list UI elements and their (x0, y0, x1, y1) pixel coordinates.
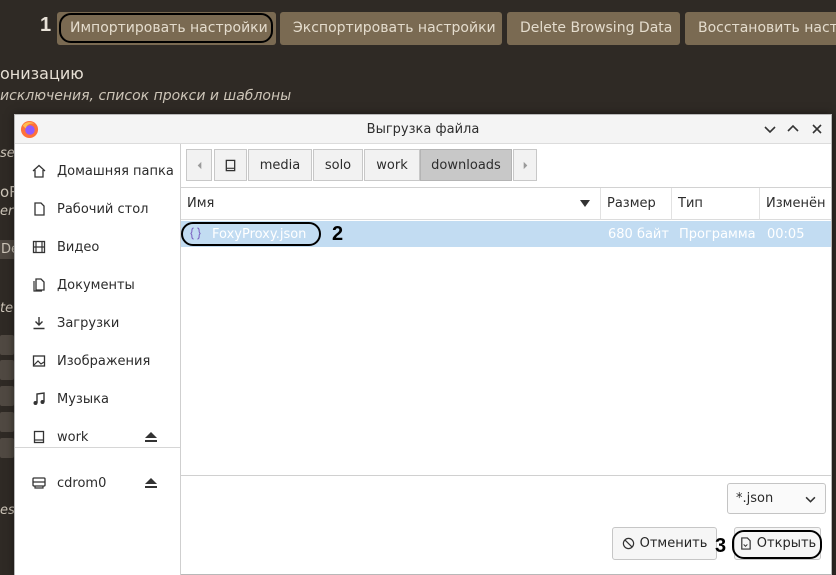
music-note-icon (33, 392, 45, 405)
cancel-icon (622, 537, 634, 550)
sidebar-item-label: Домашняя папка (57, 163, 174, 179)
file-size: 680 байт (608, 227, 669, 242)
sidebar-item-label: Загрузки (57, 315, 120, 331)
bg-tab (0, 386, 14, 406)
documents-icon (33, 278, 45, 292)
sidebar-item-label: Видео (57, 239, 100, 255)
chevron-down-icon (805, 496, 816, 503)
bg-fragment: er (0, 204, 14, 219)
path-segment-media[interactable]: media (248, 149, 312, 181)
download-icon (33, 317, 45, 330)
sidebar-item-label: Музыка (57, 391, 109, 407)
sidebar-item-music[interactable]: Музыка (15, 380, 180, 418)
sync-heading: онизацию (0, 64, 84, 83)
file-type: Программа (679, 227, 756, 242)
bg-tab (0, 412, 14, 432)
optical-drive-icon (32, 477, 46, 489)
bg-fragment: te (0, 301, 14, 316)
file-upload-dialog: Выгрузка файла Домашняя папка Рабочий ст… (14, 114, 832, 575)
drive-icon (33, 430, 45, 444)
document-icon (34, 202, 45, 216)
places-sidebar: Домашняя папка Рабочий стол Видео Докуме… (15, 144, 181, 575)
export-settings-button[interactable]: Экспортировать настройки (280, 12, 502, 45)
sidebar-item-downloads[interactable]: Загрузки (15, 304, 180, 342)
path-segment-solo[interactable]: solo (313, 149, 363, 181)
path-root-drive-button[interactable] (214, 149, 247, 181)
minimize-chevron-icon[interactable] (760, 119, 780, 139)
eject-icon[interactable] (144, 430, 158, 444)
filter-selected-value: *.json (736, 491, 774, 506)
sidebar-item-work-drive[interactable]: work (15, 418, 180, 456)
sidebar-item-documents[interactable]: Документы (15, 266, 180, 304)
close-icon[interactable] (807, 119, 827, 139)
annotation-number-2: 2 (332, 223, 344, 245)
drive-icon (225, 159, 236, 171)
film-icon (32, 240, 46, 254)
bg-tab (0, 438, 14, 458)
delete-browsing-data-button[interactable]: Delete Browsing Data (507, 12, 680, 45)
sidebar-item-pictures[interactable]: Изображения (15, 342, 180, 380)
home-icon (32, 164, 46, 178)
column-header-label: Изменён (766, 196, 826, 211)
sidebar-item-label: Документы (57, 277, 135, 293)
annotation-oval-3 (732, 530, 822, 559)
column-header-type[interactable]: Тип (672, 188, 760, 220)
sidebar-item-label: cdrom0 (57, 475, 107, 491)
path-segment-work[interactable]: work (364, 149, 420, 181)
sidebar-item-home[interactable]: Домашняя папка (15, 152, 180, 190)
sidebar-item-label: Изображения (57, 353, 151, 369)
path-scroll-right-button[interactable] (513, 149, 537, 181)
chevron-left-icon (197, 161, 201, 169)
sidebar-item-label: Рабочий стол (57, 201, 149, 217)
column-header-label: Тип (678, 196, 703, 211)
dialog-divider (181, 475, 831, 476)
cancel-button[interactable]: Отменить (612, 527, 717, 560)
sidebar-separator (15, 447, 180, 448)
restore-settings-button[interactable]: Восстановить настр (685, 12, 836, 45)
eject-icon[interactable] (144, 476, 158, 490)
column-header-size[interactable]: Размер (601, 188, 672, 220)
file-modified: 00:05 (767, 227, 805, 242)
bg-fragment: se (0, 146, 15, 161)
file-type-filter-select[interactable]: *.json (727, 483, 826, 514)
sort-descending-icon (580, 200, 590, 207)
annotation-oval-2 (181, 222, 321, 246)
sync-description: исключения, список прокси и шаблоны (0, 88, 292, 104)
sidebar-item-cdrom[interactable]: cdrom0 (15, 464, 180, 502)
chevron-right-icon (523, 161, 527, 169)
path-segment-downloads[interactable]: downloads (420, 149, 512, 181)
bg-tab (0, 335, 14, 355)
dialog-titlebar: Выгрузка файла (15, 115, 831, 144)
cancel-button-label: Отменить (639, 536, 708, 551)
path-scroll-left-button[interactable] (186, 149, 212, 181)
sidebar-item-videos[interactable]: Видео (15, 228, 180, 266)
annotation-oval-1 (59, 13, 273, 43)
dialog-title: Выгрузка файла (366, 122, 480, 137)
annotation-number-3: 3 (715, 535, 727, 557)
sidebar-item-label: work (57, 429, 89, 445)
bg-tab (0, 360, 14, 380)
maximize-chevron-icon[interactable] (783, 119, 803, 139)
image-icon (32, 355, 46, 367)
column-header-label: Размер (607, 196, 656, 211)
annotation-number-1: 1 (40, 14, 52, 36)
sidebar-item-desktop[interactable]: Рабочий стол (15, 190, 180, 228)
column-header-name[interactable]: Имя (181, 188, 601, 220)
column-header-modified[interactable]: Изменён (760, 188, 831, 220)
column-header-label: Имя (187, 196, 215, 211)
